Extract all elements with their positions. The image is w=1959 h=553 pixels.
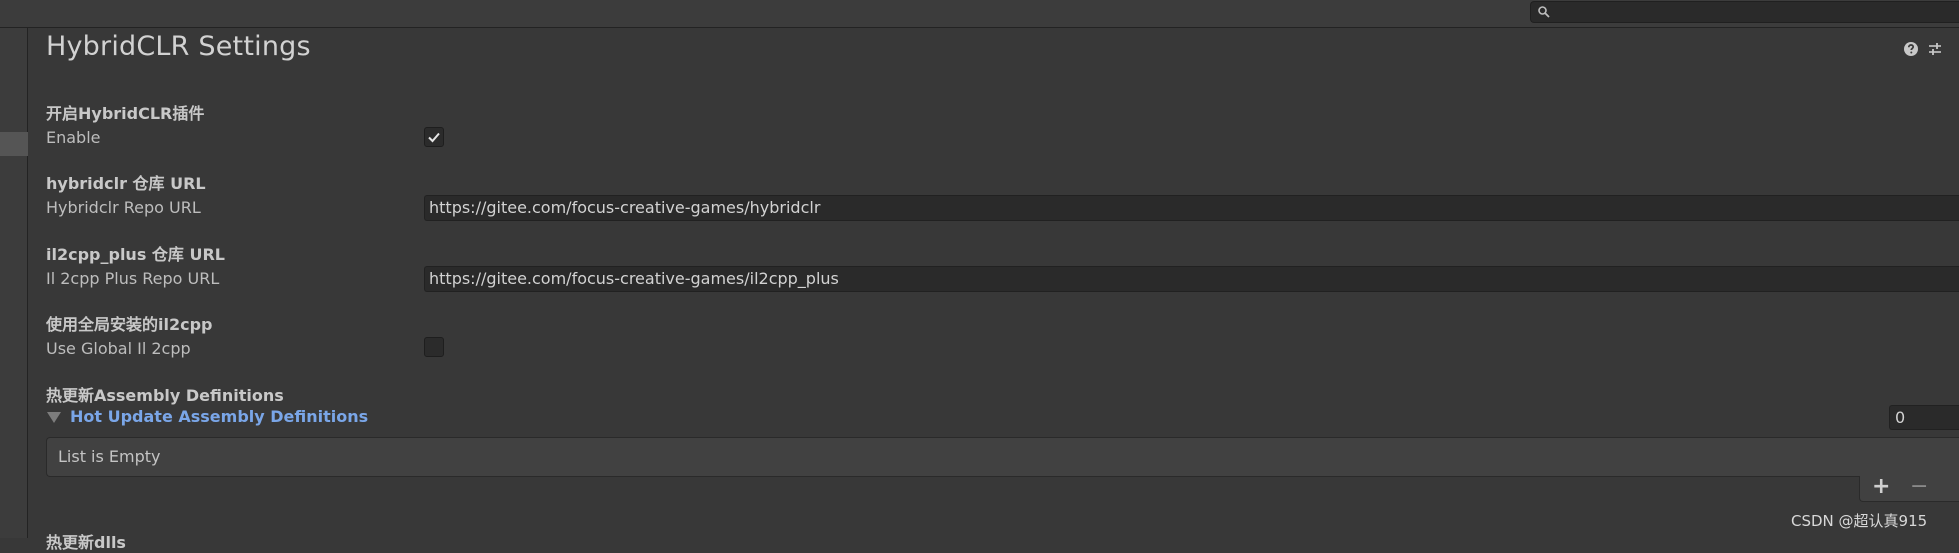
assembly-definitions-list: List is Empty — [46, 437, 1959, 477]
hybridclr-repo-label: Hybridclr Repo URL — [46, 198, 201, 217]
hybridclr-repo-header: hybridclr 仓库 URL — [46, 174, 206, 193]
use-global-il2cpp-header: 使用全局安装的il2cpp — [46, 315, 213, 334]
hot-update-dlls-header: 热更新dlls — [46, 533, 126, 552]
settings-panel: HybridCLR Settings 开启HybridCLR插件 Enable … — [29, 29, 1959, 552]
il2cpp-plus-repo-url-field[interactable]: https://gitee.com/focus-creative-games/i… — [424, 266, 1959, 292]
enable-checkbox[interactable] — [424, 127, 444, 147]
hot-update-assembly-definitions-header: 热更新Assembly Definitions — [46, 386, 284, 405]
search-input[interactable] — [1530, 1, 1959, 23]
enable-header: 开启HybridCLR插件 — [46, 104, 205, 123]
list-size-field[interactable]: 0 — [1889, 405, 1959, 430]
search-icon — [1538, 6, 1550, 18]
use-global-il2cpp-checkbox[interactable] — [424, 337, 444, 357]
page-title: HybridCLR Settings — [46, 31, 311, 62]
selected-category-item[interactable] — [0, 132, 28, 156]
watermark: CSDN @超认真915 — [1791, 512, 1928, 530]
enable-label: Enable — [46, 128, 101, 147]
il2cpp-plus-repo-label: Il 2cpp Plus Repo URL — [46, 269, 220, 288]
checkmark-icon — [428, 132, 440, 143]
add-element-button[interactable]: + — [1872, 474, 1890, 500]
remove-element-button[interactable]: − — [1910, 474, 1928, 500]
triangle-down-icon[interactable] — [47, 412, 61, 423]
preset-icon[interactable] — [1927, 41, 1943, 57]
help-icon[interactable] — [1903, 41, 1919, 57]
top-toolbar — [0, 0, 1959, 28]
il2cpp-plus-repo-header: il2cpp_plus 仓库 URL — [46, 245, 225, 264]
use-global-il2cpp-label: Use Global Il 2cpp — [46, 339, 191, 358]
list-footer: + − — [1859, 474, 1959, 502]
settings-category-list — [0, 28, 28, 538]
hybridclr-repo-url-field[interactable]: https://gitee.com/focus-creative-games/h… — [424, 195, 1959, 221]
list-empty-text: List is Empty — [58, 447, 161, 466]
hot-update-assembly-definitions-foldout[interactable]: Hot Update Assembly Definitions — [70, 407, 368, 426]
